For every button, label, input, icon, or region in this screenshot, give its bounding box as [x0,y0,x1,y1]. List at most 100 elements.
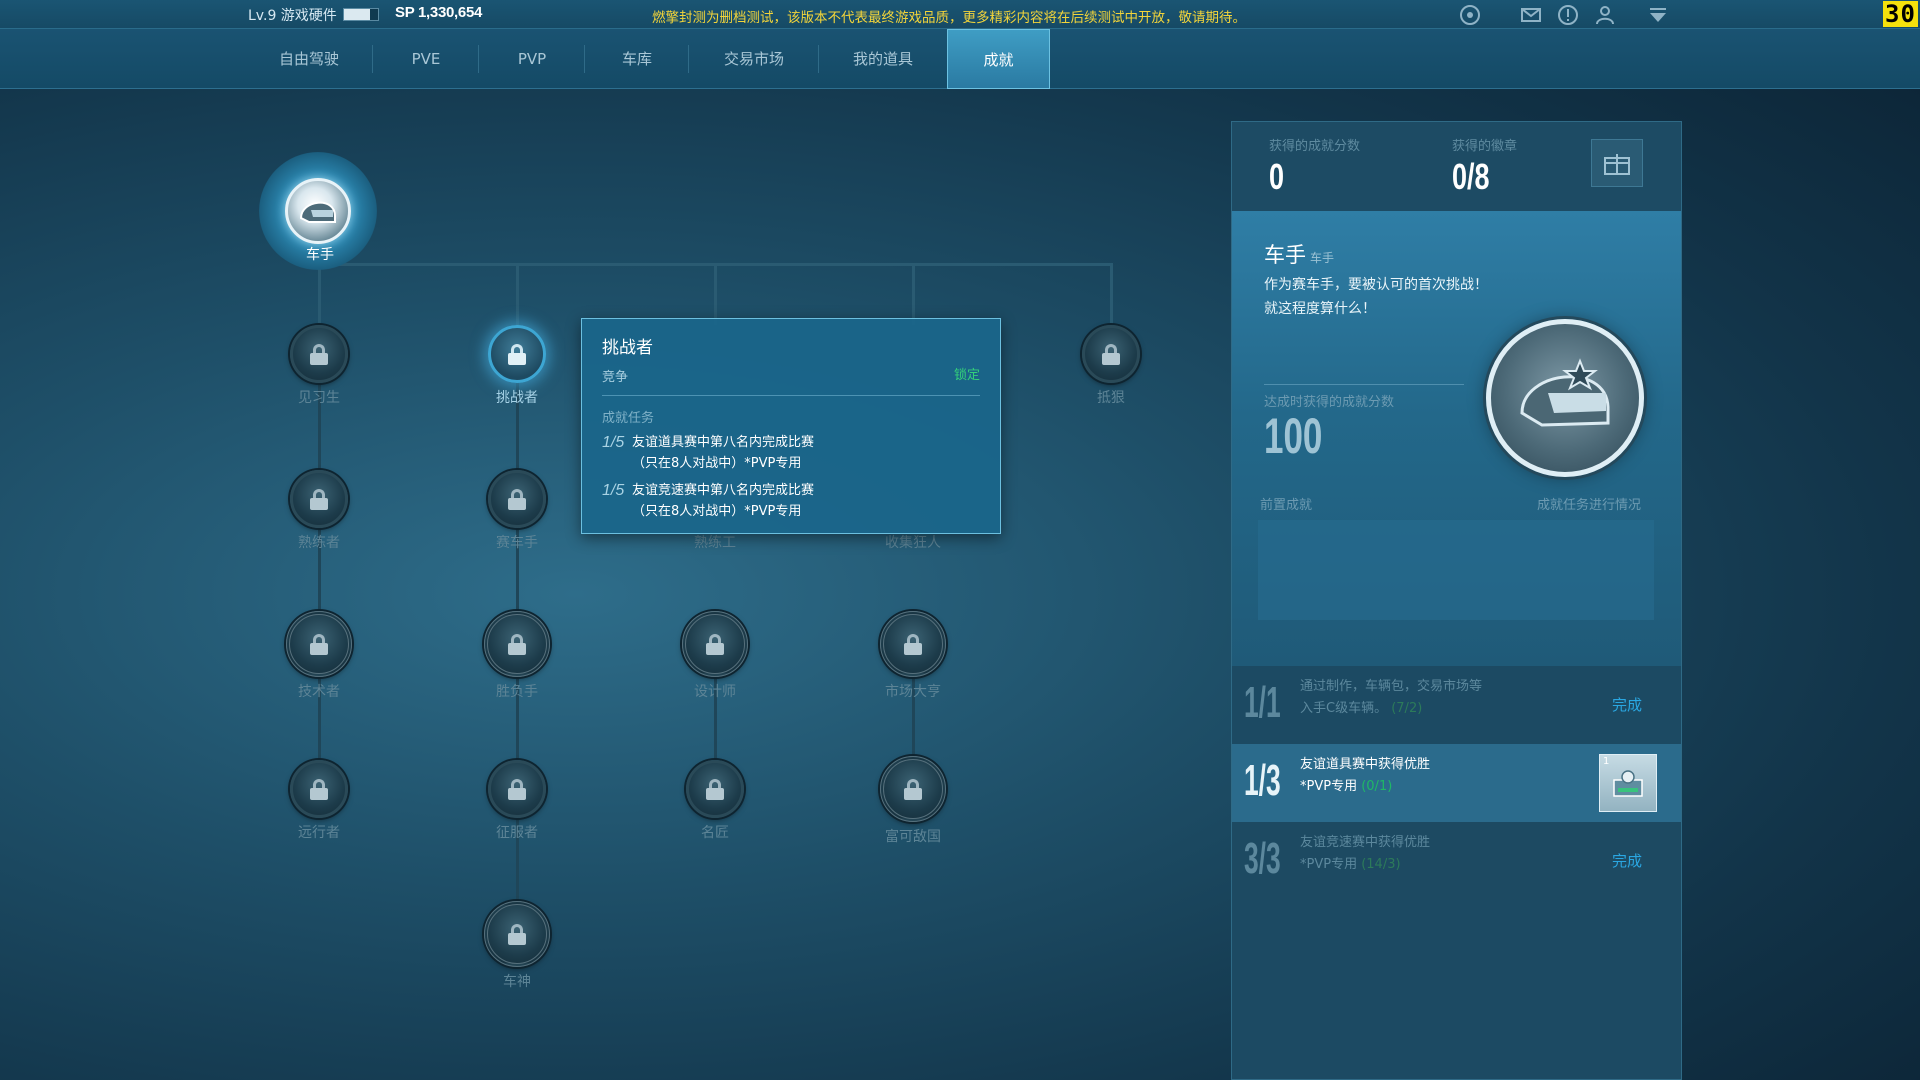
achievement-node[interactable]: 远行者 [249,760,389,842]
task-text: 通过制作，车辆包，交易市场等 入手C级车辆。 (7/2) [1300,676,1520,720]
achievement-node[interactable]: 征服者 [447,760,587,842]
achievement-label: 胜负手 [496,684,538,700]
task-progress-label: 成就任务进行情况 [1536,498,1641,513]
achievement-label: 赛车手 [496,535,538,551]
task-complete-label: 完成 [1612,852,1643,870]
achievement-node[interactable]: 车神 [447,901,587,991]
achievement-badge [1082,325,1140,383]
score-label: 获得的成就分数 [1269,139,1361,154]
task-row: 1/1 通过制作，车辆包，交易市场等 入手C级车辆。 (7/2) 完成 [1232,666,1681,744]
task-line: （只在8人对战中）*PVP专用 [632,504,802,519]
achievement-label: 征服者 [496,825,538,841]
reward-item[interactable]: 1 [1599,754,1657,812]
task-text: 友谊竞速赛中获得优胜 *PVP专用 (14/3) [1300,832,1520,876]
achievement-badge [484,901,550,967]
lock-icon [508,489,526,510]
task-count: (14/3) [1361,857,1401,872]
achievement-label: 熟练者 [298,535,340,551]
task-complete-label: 完成 [1612,696,1643,714]
reward-quantity: 1 [1603,756,1610,767]
achievement-node[interactable]: 富可敌国 [843,756,983,846]
achievement-label: 富可敌国 [885,829,941,845]
achievement-label: 名匠 [701,825,729,841]
achievement-node[interactable]: 市场大亨 [843,611,983,701]
lock-icon [310,634,328,655]
prerequisite-label: 前置成就 [1260,498,1313,513]
task-count: (7/2) [1391,701,1423,716]
achievement-node[interactable]: 设计师 [645,611,785,701]
tab-my-items[interactable]: 我的道具 [819,29,947,89]
achievement-detail: 车手 车手 作为赛车手，要被认可的首次挑战！ 就这程度算什么！ 达成时获得的成就分… [1232,211,1681,666]
task-line: 友谊竞速赛中获得优胜 [1300,835,1431,850]
reward-item-icon [1613,770,1643,797]
achievement-description: 作为赛车手，要被认可的首次挑战！ 就这程度算什么！ [1264,273,1524,321]
achievement-badge [286,611,352,677]
tab-garage[interactable]: 车库 [585,29,689,89]
globe-icon[interactable] [1459,4,1481,26]
panel-summary: 获得的成就分数 0 获得的徽章 0/8 [1232,122,1681,211]
tab-pve[interactable]: PVE [373,29,479,89]
description-line: 就这程度算什么！ [1264,301,1376,317]
achievement-badge [290,760,348,818]
achievement-node[interactable]: 技术者 [249,611,389,701]
tab-pvp[interactable]: PVP [479,29,585,89]
tree-connector [912,263,915,325]
task-line: 友谊竞速赛中第八名内完成比赛 [632,483,815,498]
tab-achievements[interactable]: 成就 [947,29,1050,89]
achievement-label: 见习生 [298,390,340,406]
gift-icon [1604,154,1630,175]
lock-icon [904,634,922,655]
lock-icon [508,924,526,945]
top-status-bar: Lv.9 游戏硬件 SP 1,330,654 燃擎封测为删档测试，该版本不代表最… [0,0,1920,29]
task-count: (0/1) [1361,779,1393,794]
lock-icon [1102,344,1120,365]
achievement-label: 技术者 [298,684,340,700]
tree-connector [318,263,321,325]
achievement-tooltip: 挑战者 竞争 锁定 成就任务 1/5 友谊道具赛中第八名内完成比赛 （只在8人对… [581,318,1001,534]
lock-icon [508,634,526,655]
achievement-badge [488,325,546,383]
helmet-icon [1486,319,1644,477]
achievement-subname: 车手 [1310,251,1335,265]
achievement-node[interactable]: 抵狠 [1041,325,1181,407]
tooltip-category: 竞争 [602,370,629,385]
achievement-node-selected[interactable]: 挑战者 [447,325,587,407]
gift-button[interactable] [1591,139,1643,187]
lock-icon [508,344,526,365]
achievement-label: 收集狂人 [885,535,941,551]
alert-icon[interactable] [1557,4,1579,26]
tree-connector [1110,263,1113,325]
dropdown-icon[interactable] [1647,4,1669,26]
task-progress: 3/3 [1244,834,1281,883]
score-value: 0 [1269,156,1285,197]
tab-market[interactable]: 交易市场 [689,29,819,89]
achievement-node[interactable]: 见习生 [249,325,389,407]
task-line: *PVP专用 (14/3) [1300,857,1401,872]
root-achievement-label: 车手 [306,247,334,263]
task-progress: 1/1 [1244,678,1281,727]
achievement-badge [290,470,348,528]
achievement-badge [484,611,550,677]
tooltip-title: 挑战者 [602,338,653,358]
achievement-label: 设计师 [694,684,736,700]
achievement-label: 车神 [503,974,531,990]
achievement-node[interactable]: 名匠 [645,760,785,842]
task-progress: 1/5 [602,434,625,451]
tab-free-drive[interactable]: 自由驾驶 [245,29,373,89]
level-progress-bar [343,8,379,21]
fps-counter: 30 [1883,0,1918,28]
achievement-label: 熟练工 [694,535,736,551]
achievement-node[interactable]: 赛车手 [447,470,587,552]
achievement-label: 远行者 [298,825,340,841]
mail-icon[interactable] [1520,4,1542,26]
achievement-badge [686,760,744,818]
achievement-node[interactable]: 胜负手 [447,611,587,701]
task-row: 3/3 友谊竞速赛中获得优胜 *PVP专用 (14/3) 完成 [1232,822,1681,900]
tooltip-task: 1/5 友谊道具赛中第八名内完成比赛 （只在8人对战中）*PVP专用 [602,432,980,474]
user-icon[interactable] [1594,4,1616,26]
achievement-label: 挑战者 [496,390,538,406]
tooltip-task: 1/5 友谊竞速赛中第八名内完成比赛 （只在8人对战中）*PVP专用 [602,480,980,522]
tooltip-section-label: 成就任务 [602,411,655,426]
achievement-node[interactable]: 熟练者 [249,470,389,552]
tooltip-status: 锁定 [953,368,980,383]
